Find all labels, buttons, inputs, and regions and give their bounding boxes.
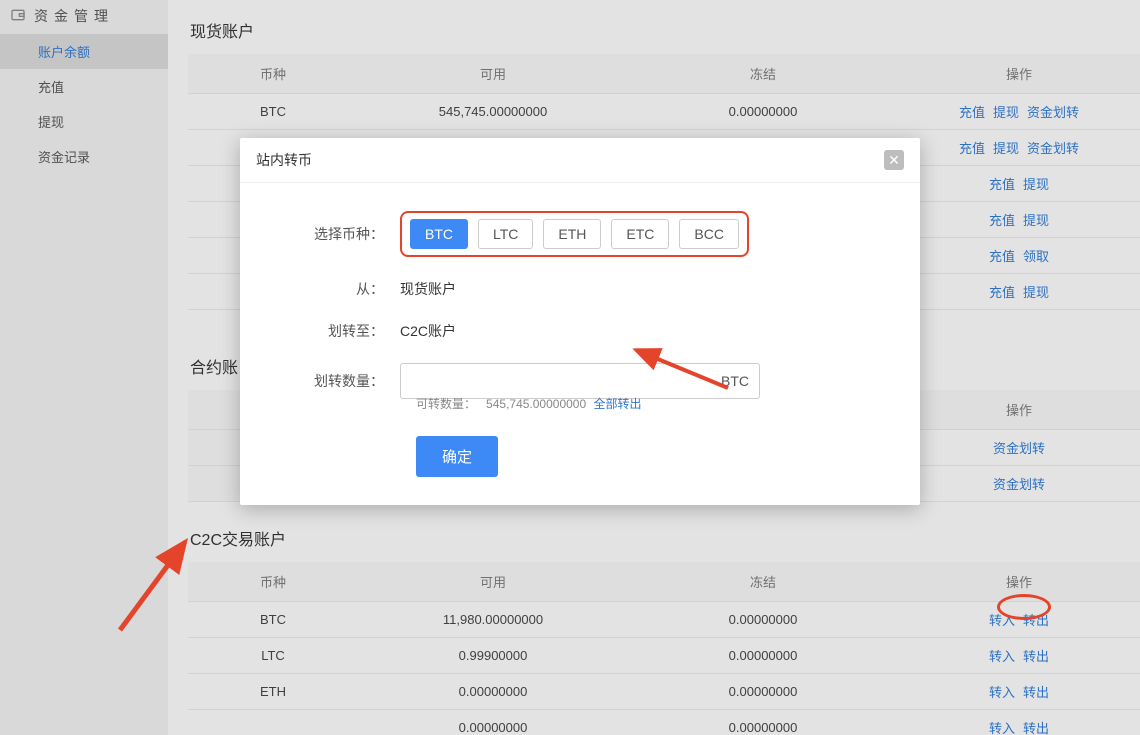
- confirm-button[interactable]: 确定: [416, 436, 498, 477]
- from-value: 现货账户: [400, 279, 890, 299]
- to-label: 划转至：: [270, 321, 400, 341]
- to-value: C2C账户: [400, 321, 890, 341]
- amount-input[interactable]: [411, 364, 721, 398]
- coin-option-eth[interactable]: ETH: [543, 219, 601, 249]
- amount-label: 划转数量：: [270, 371, 400, 391]
- avail-label: 可转数量：: [416, 397, 476, 411]
- transfer-modal: 站内转币 ✕ 选择币种： BTC LTC ETH ETC BCC 从： 现货账户 划转至…: [240, 138, 920, 505]
- amount-unit: BTC: [721, 373, 749, 389]
- modal-header: 站内转币 ✕: [240, 138, 920, 183]
- coin-select-group: BTC LTC ETH ETC BCC: [400, 211, 749, 257]
- from-label: 从：: [270, 279, 400, 299]
- coin-option-ltc[interactable]: LTC: [478, 219, 533, 249]
- coin-option-etc[interactable]: ETC: [611, 219, 669, 249]
- close-icon[interactable]: ✕: [884, 150, 904, 170]
- coin-option-btc[interactable]: BTC: [410, 219, 468, 249]
- transfer-all-link[interactable]: 全部转出: [594, 397, 642, 411]
- modal-title: 站内转币: [256, 150, 312, 170]
- avail-amount: 545,745.00000000: [486, 397, 586, 411]
- coin-label: 选择币种：: [270, 224, 400, 244]
- amount-input-wrap: BTC: [400, 363, 760, 399]
- coin-option-bcc[interactable]: BCC: [679, 219, 739, 249]
